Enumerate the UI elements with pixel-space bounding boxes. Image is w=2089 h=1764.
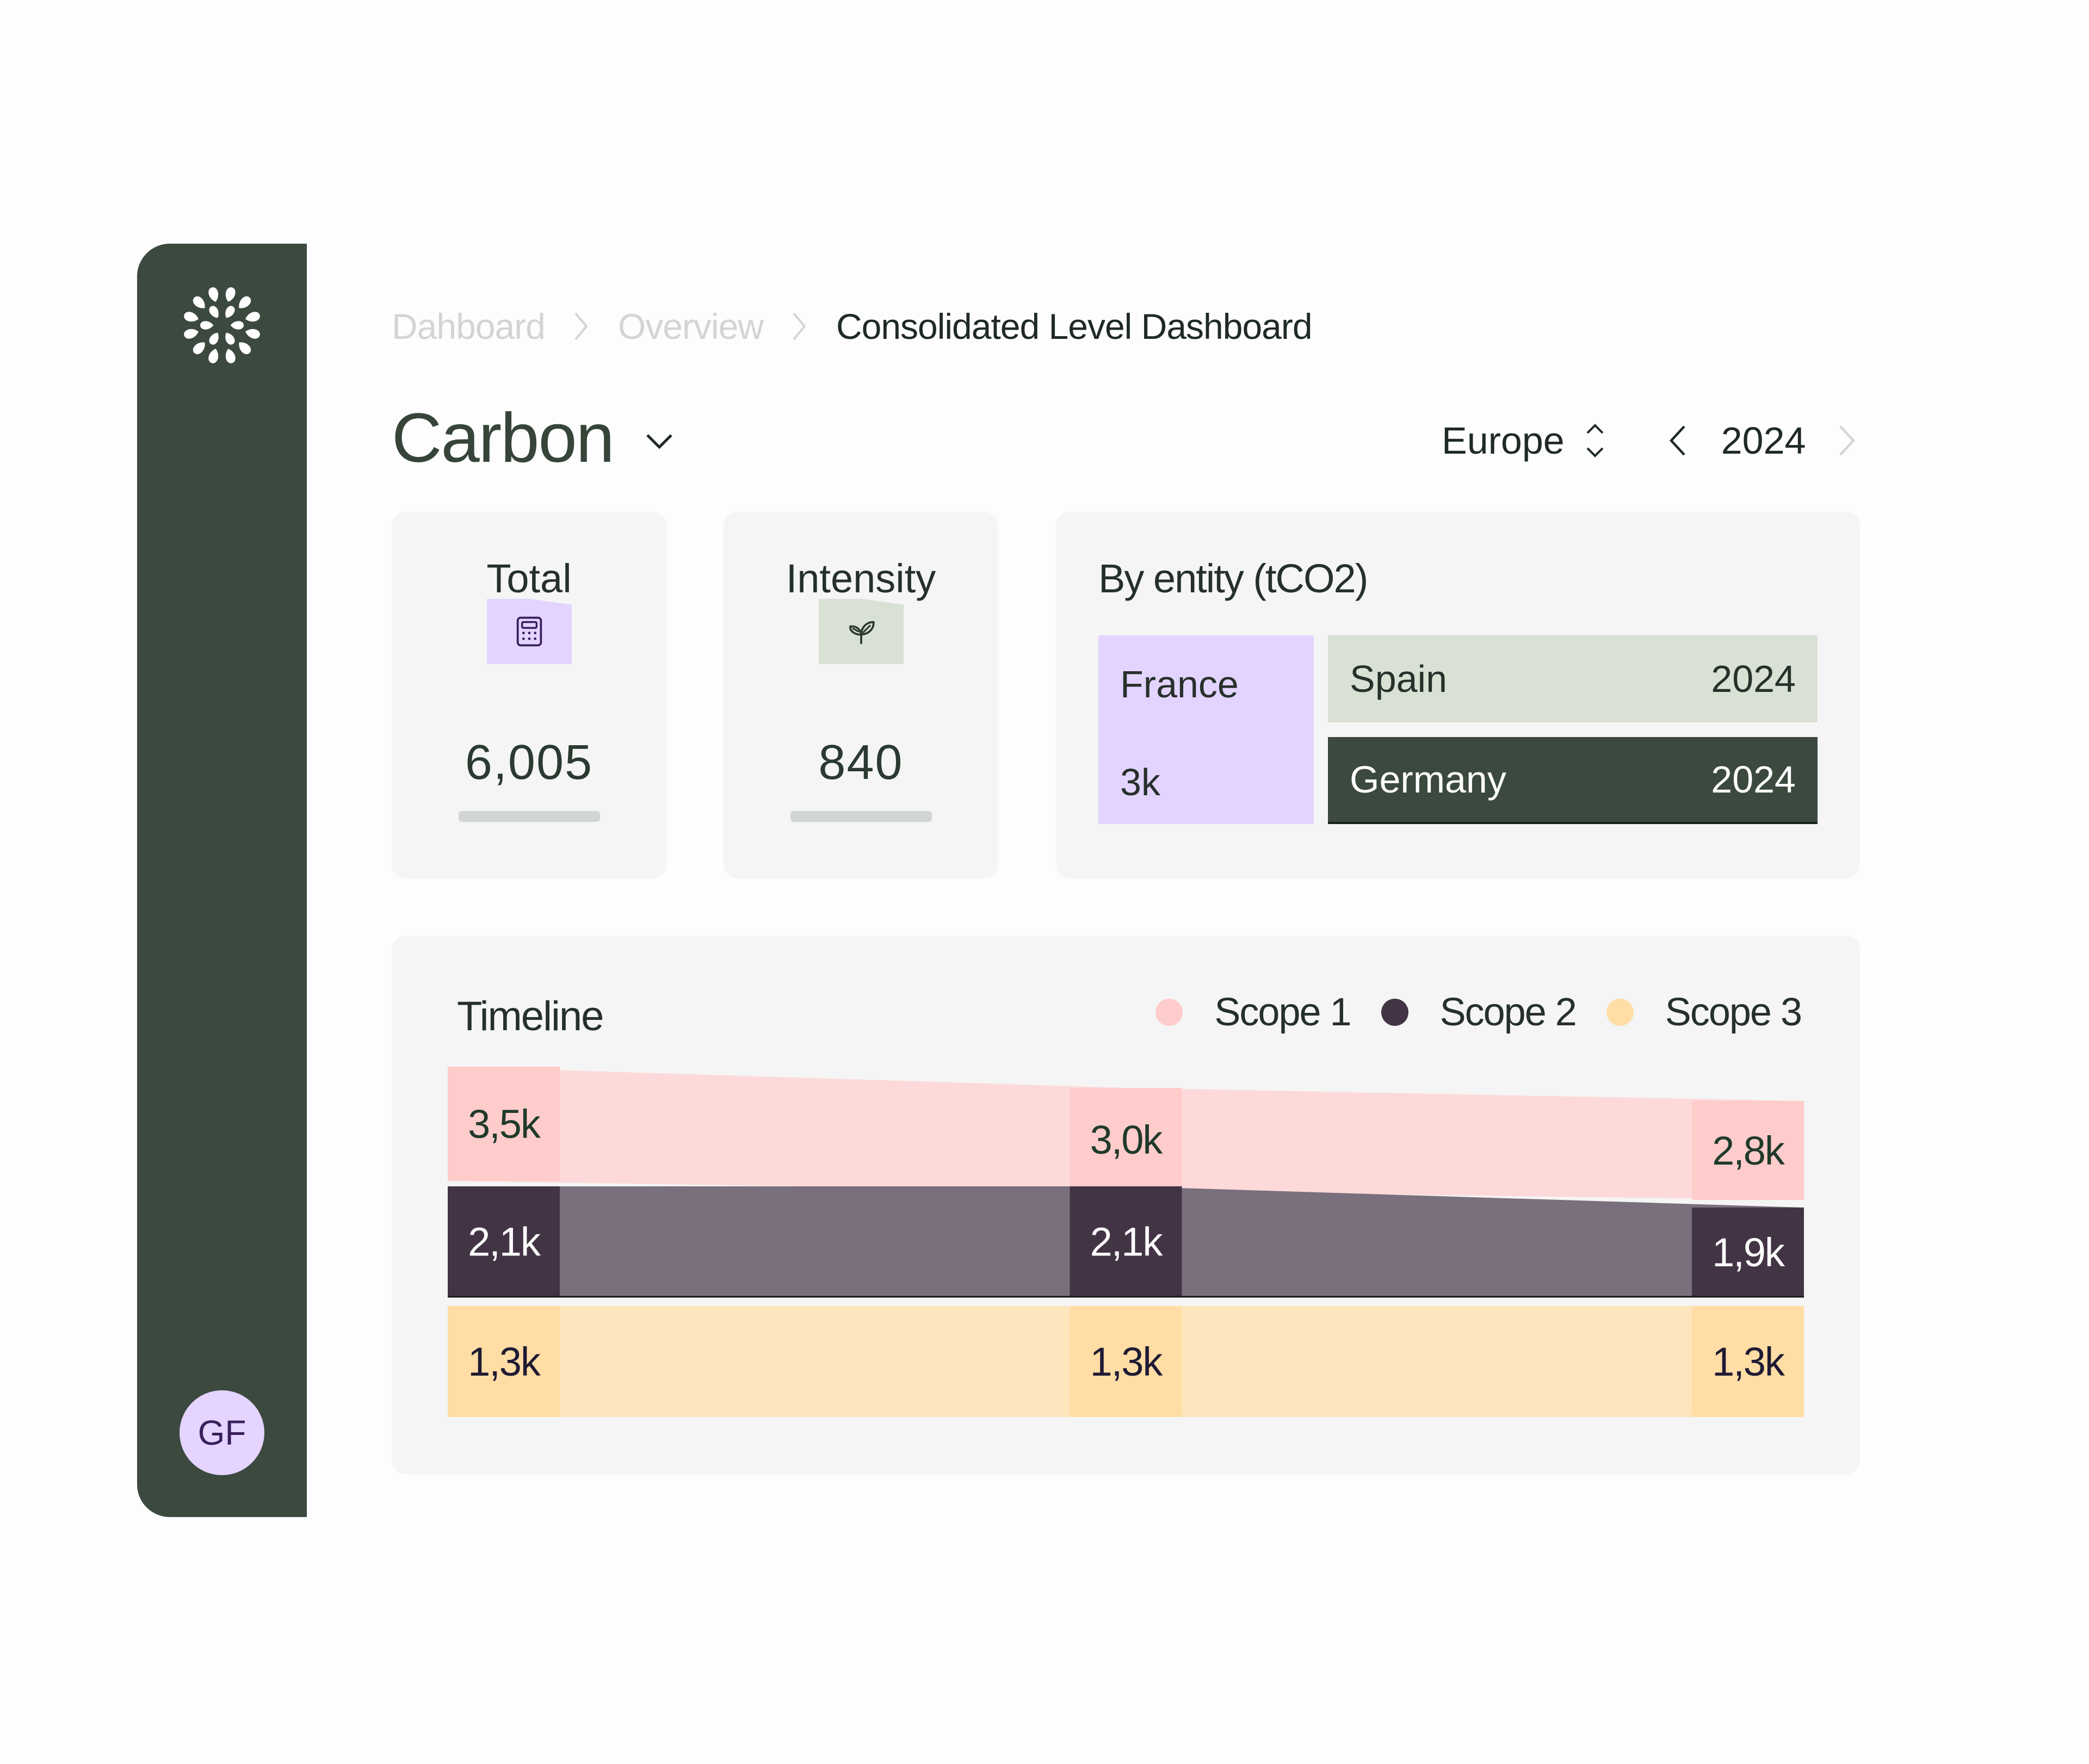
logo-petal xyxy=(208,349,219,363)
logo-petal xyxy=(245,329,260,339)
chevron-left-icon[interactable] xyxy=(1667,424,1689,457)
kpi-card-total[interactable]: Total 6,005 xyxy=(392,512,666,878)
data-label: 1,3k xyxy=(468,1339,541,1384)
breadcrumb: Dahboard Overview Consolidated Level Das… xyxy=(392,305,1313,348)
logo-petal xyxy=(225,332,235,345)
data-label: 2,1k xyxy=(1090,1220,1164,1265)
breadcrumb-item-dashboard[interactable]: Dahboard xyxy=(392,306,546,347)
data-label: 3,5k xyxy=(468,1101,541,1147)
data-label: 2,8k xyxy=(1712,1128,1785,1173)
calculator-icon xyxy=(516,616,542,647)
kpi-value: 840 xyxy=(818,735,904,790)
page-title: Carbon xyxy=(392,399,615,477)
logo-petal xyxy=(184,329,199,339)
logo-petal xyxy=(193,342,205,355)
legend-item-scope-1[interactable]: Scope 1 xyxy=(1155,990,1352,1035)
entity-name: Germany xyxy=(1350,758,1506,801)
flower-logo-icon[interactable] xyxy=(178,282,265,369)
logo-petal xyxy=(209,306,219,318)
chart-legend: Scope 1 Scope 2 Scope 3 xyxy=(1125,990,1802,1035)
year-label: 2024 xyxy=(1721,419,1806,462)
data-label: 2,1k xyxy=(468,1220,541,1265)
data-label: 1,3k xyxy=(1090,1339,1164,1384)
kpi-title: Total xyxy=(486,556,572,601)
avatar-initials: GF xyxy=(197,1413,246,1452)
logo-petal xyxy=(200,321,214,330)
chevron-up-down-icon xyxy=(1586,424,1604,457)
title-dropdown[interactable]: Carbon xyxy=(392,397,675,479)
entity-tile-france[interactable]: France 3k xyxy=(1098,635,1314,824)
data-label: 1,9k xyxy=(1712,1230,1785,1275)
kpi-placeholder-bar xyxy=(459,811,600,822)
legend-label: Scope 2 xyxy=(1439,991,1577,1034)
logo-petal xyxy=(239,296,251,308)
kpi-icon-box xyxy=(819,599,904,664)
legend-dot xyxy=(1155,999,1183,1026)
entity-tile-germany[interactable]: Germany 2024 xyxy=(1328,737,1818,824)
logo-petal xyxy=(193,296,205,308)
by-entity-title: By entity (tCO2) xyxy=(1098,556,1368,601)
kpi-title: Intensity xyxy=(786,556,936,601)
logo-petal xyxy=(225,287,236,302)
legend-label: Scope 1 xyxy=(1214,991,1351,1034)
breadcrumb-item-current: Consolidated Level Dashboard xyxy=(836,306,1313,346)
logo-petal xyxy=(239,342,251,355)
sidebar: GF xyxy=(137,244,307,1517)
logo-petal xyxy=(225,349,236,363)
entity-name: France xyxy=(1120,663,1239,705)
by-entity-card: By entity (tCO2) France 3k Spain 2024 Ge… xyxy=(1056,512,1860,878)
data-label: 1,3k xyxy=(1712,1339,1785,1384)
timeline-card: 3,5k 3,0k 2,8k 2,1k 2,1k 1,9k 1,3k 1,3k 1,3k Tim… xyxy=(392,936,1860,1474)
legend-dot xyxy=(1381,999,1408,1026)
entity-value: 2024 xyxy=(1711,658,1796,700)
legend-dot xyxy=(1606,999,1634,1026)
legend-label: Scope 3 xyxy=(1665,991,1802,1034)
sprout-icon xyxy=(849,621,875,645)
legend-item-scope-2[interactable]: Scope 2 xyxy=(1381,990,1577,1035)
logo-petal xyxy=(208,287,219,302)
data-label: 3,0k xyxy=(1090,1117,1164,1162)
timeline-title: Timeline xyxy=(457,993,604,1039)
chevron-right-icon xyxy=(793,312,806,341)
breadcrumb-item-overview[interactable]: Overview xyxy=(618,306,764,347)
region-select[interactable]: Europe xyxy=(1442,419,1607,462)
kpi-icon-box xyxy=(487,599,572,664)
region-label: Europe xyxy=(1442,419,1565,462)
entity-name: Spain xyxy=(1350,658,1448,700)
chevron-down-icon xyxy=(646,434,672,449)
logo-petal xyxy=(209,332,219,345)
logo-petal xyxy=(230,321,244,330)
entity-value: 3k xyxy=(1120,761,1160,803)
chevron-right-icon[interactable] xyxy=(1836,424,1858,457)
entity-value: 2024 xyxy=(1711,758,1796,801)
logo-petal xyxy=(225,306,235,318)
kpi-placeholder-bar xyxy=(790,811,932,822)
entity-tile-spain[interactable]: Spain 2024 xyxy=(1328,635,1818,722)
chevron-right-icon xyxy=(574,312,588,341)
legend-item-scope-3[interactable]: Scope 3 xyxy=(1606,990,1802,1035)
logo-petal xyxy=(245,312,260,322)
logo-petal xyxy=(184,312,199,322)
kpi-card-intensity[interactable]: Intensity 840 xyxy=(724,512,998,878)
filters: Europe 2024 xyxy=(1442,413,1858,468)
kpi-value: 6,005 xyxy=(465,735,594,790)
user-avatar[interactable]: GF xyxy=(180,1390,264,1475)
